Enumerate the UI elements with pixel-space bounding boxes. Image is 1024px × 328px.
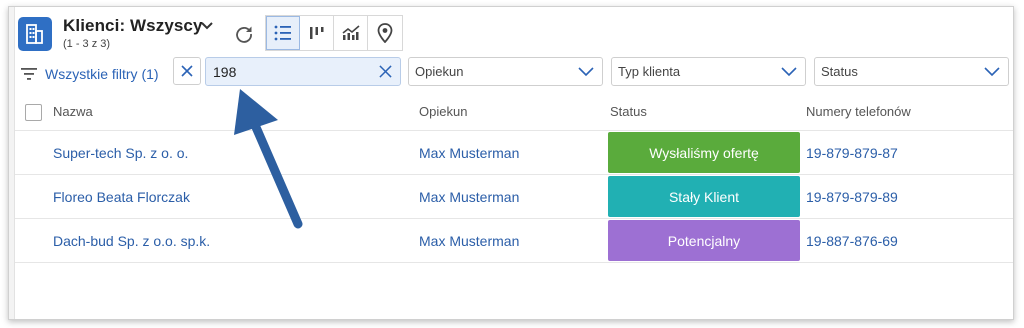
all-filters-label: Wszystkie filtry (1)	[45, 66, 159, 82]
record-count: (1 - 3 z 3)	[63, 38, 111, 50]
pipeline-icon	[309, 27, 323, 39]
select-all-checkbox[interactable]	[25, 104, 42, 121]
search-value[interactable]: 198	[213, 64, 374, 80]
chevron-down-icon	[578, 66, 594, 76]
status-select[interactable]: Status	[814, 57, 1009, 86]
column-header-owner[interactable]: Opiekun	[419, 104, 467, 119]
view-switcher	[265, 15, 403, 51]
table-row[interactable]: Dach-bud Sp. z o.o. sp.k. Max Musterman …	[15, 219, 1013, 263]
client-type-select-label: Typ klienta	[618, 64, 681, 79]
owner-select-label: Opiekun	[415, 64, 464, 79]
client-type-select[interactable]: Typ klienta	[611, 57, 806, 86]
pipeline-view-button[interactable]	[300, 16, 334, 50]
column-header-name[interactable]: Nazwa	[53, 104, 93, 119]
status-badge[interactable]: Wysłaliśmy ofertę	[608, 132, 800, 173]
chevron-down-icon[interactable]	[199, 19, 215, 33]
page-title[interactable]: Klienci: Wszyscy	[63, 16, 203, 36]
status-badge[interactable]: Stały Klient	[608, 176, 800, 217]
clients-table: Nazwa Opiekun Status Numery telefonów Su…	[15, 93, 1013, 263]
table-header: Nazwa Opiekun Status Numery telefonów	[15, 93, 1013, 131]
building-icon	[18, 17, 52, 51]
map-pin-icon	[377, 23, 393, 43]
clear-search-button[interactable]	[374, 61, 396, 83]
refresh-icon	[236, 26, 252, 43]
chevron-down-icon	[984, 66, 1000, 76]
phone-link[interactable]: 19-879-879-87	[806, 145, 898, 161]
status-select-label: Status	[821, 64, 858, 79]
map-view-button[interactable]	[368, 16, 402, 50]
client-name-link[interactable]: Floreo Beata Florczak	[53, 189, 190, 205]
app-window: Klienci: Wszyscy (1 - 3 z 3) Wszystkie f…	[8, 6, 1014, 320]
close-icon	[181, 65, 193, 77]
search-input[interactable]: 198	[205, 57, 401, 86]
phone-link[interactable]: 19-879-879-89	[806, 189, 898, 205]
table-row[interactable]: Floreo Beata Florczak Max Musterman Stał…	[15, 175, 1013, 219]
chart-view-button[interactable]	[334, 16, 368, 50]
owner-select[interactable]: Opiekun	[408, 57, 603, 86]
filter-icon	[21, 68, 37, 80]
chevron-down-icon	[781, 66, 797, 76]
status-badge[interactable]: Potencjalny	[608, 220, 800, 261]
client-name-link[interactable]: Super-tech Sp. z o. o.	[53, 145, 188, 161]
column-header-phones[interactable]: Numery telefonów	[806, 104, 911, 119]
column-header-status[interactable]: Status	[610, 104, 647, 119]
clear-filters-button[interactable]	[173, 57, 201, 85]
phone-link[interactable]: 19-887-876-69	[806, 233, 898, 249]
close-icon	[378, 65, 392, 78]
owner-link[interactable]: Max Musterman	[419, 145, 519, 161]
refresh-button[interactable]	[231, 22, 257, 46]
owner-link[interactable]: Max Musterman	[419, 233, 519, 249]
list-view-button[interactable]	[266, 16, 300, 50]
chart-icon	[342, 25, 360, 40]
all-filters-button[interactable]: Wszystkie filtry (1)	[21, 59, 159, 89]
list-icon	[274, 25, 291, 41]
table-row[interactable]: Super-tech Sp. z o. o. Max Musterman Wys…	[15, 131, 1013, 175]
client-name-link[interactable]: Dach-bud Sp. z o.o. sp.k.	[53, 233, 210, 249]
owner-link[interactable]: Max Musterman	[419, 189, 519, 205]
